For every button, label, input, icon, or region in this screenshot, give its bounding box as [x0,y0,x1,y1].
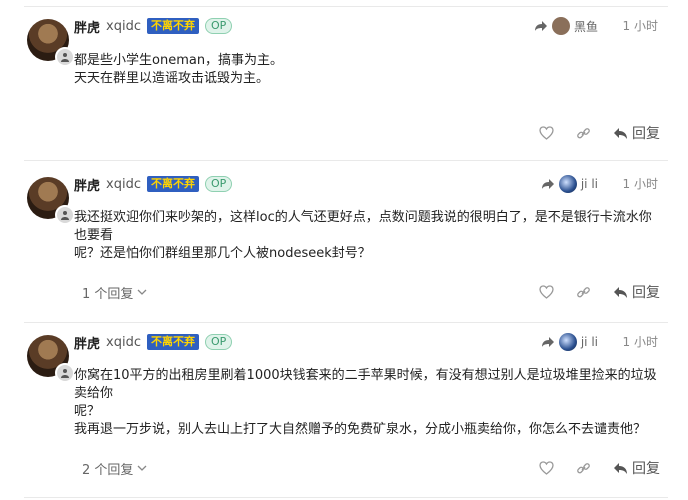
reply-button[interactable]: 回复 [613,282,660,302]
reply-label: 回复 [632,285,660,301]
author-username[interactable]: xqidc [106,19,141,34]
user-flair: 不离不弃 [146,334,199,350]
divider [24,6,668,7]
replies-count: 1 个回复 [82,287,134,302]
post-body: 你窝在10平方的出租房里刷着1000块钱套来的二手苹果时候，有没有想过别人是垃圾… [74,367,664,439]
post-body: 我还挺欢迎你们来吵架的，这样loc的人气还更好点，点数问题我说的很明白了，是不是… [74,209,664,263]
link-icon[interactable] [576,126,591,141]
user-icon [55,363,75,383]
reply-to-avatar [551,17,570,35]
heart-icon[interactable] [539,126,554,140]
divider [24,160,668,161]
reply-arrow-icon [534,21,547,31]
reply-to-link[interactable]: 黑鱼 [534,17,598,35]
reply-icon [614,462,627,474]
heart-icon[interactable] [539,285,554,299]
reply-to-name: 黑鱼 [573,19,598,34]
reply-label: 回复 [632,461,660,477]
reply-label: 回复 [632,126,660,142]
post-line: 你窝在10平方的出租房里刷着1000块钱套来的二手苹果时候，有没有想过别人是垃圾… [74,368,657,401]
post-line: 呢？还是怕你们群组里那几个人被nodeseek封号？ [74,246,371,261]
divider [24,322,668,323]
link-icon[interactable] [576,461,591,476]
chevron-down-icon [137,465,147,471]
link-icon[interactable] [576,285,591,300]
author-display-name[interactable]: 胖虎 [74,333,100,352]
user-icon [55,47,75,67]
post-actions: 回复 [539,458,660,478]
replies-toggle[interactable]: 1 个回复 [82,283,147,302]
reply-to-link[interactable]: ji li [541,333,598,351]
op-badge: OP [204,334,233,350]
post-actions: 回复 [539,282,660,302]
post-line: 都是些小学生oneman，搞事为主。 [74,53,284,68]
author-avatar[interactable] [27,177,75,225]
reply-icon [614,286,627,298]
reply-button[interactable]: 回复 [613,123,660,143]
author-username[interactable]: xqidc [106,177,141,192]
reply-arrow-icon [541,179,554,189]
post-time[interactable]: 1 小时 [623,175,658,193]
reply-to-link[interactable]: ji li [541,175,598,193]
user-icon [55,205,75,225]
post-body: 都是些小学生oneman，搞事为主。 天天在群里以造谣攻击诋毁为主。 [74,52,664,88]
post-line: 呢？ [74,404,101,419]
author-avatar[interactable] [27,19,75,67]
author-avatar[interactable] [27,335,75,383]
reply-arrow-icon [541,337,554,347]
post-time[interactable]: 1 小时 [623,17,658,35]
reply-to-avatar [558,333,577,351]
user-flair: 不离不弃 [146,18,199,34]
op-badge: OP [204,18,233,34]
chevron-down-icon [137,289,147,295]
post-time[interactable]: 1 小时 [623,333,658,351]
reply-to-name: ji li [580,177,598,191]
op-badge: OP [204,176,233,192]
reply-button[interactable]: 回复 [613,458,660,478]
divider [24,497,668,498]
user-flair: 不离不弃 [146,176,199,192]
heart-icon[interactable] [539,461,554,475]
replies-count: 2 个回复 [82,463,134,478]
replies-toggle[interactable]: 2 个回复 [82,459,147,478]
post-line: 天天在群里以造谣攻击诋毁为主。 [74,71,270,86]
reply-icon [614,127,627,139]
post-line: 我再退一万步说，别人去山上打了大自然赠予的免费矿泉水，分成小瓶卖给你，你怎么不去… [74,422,647,437]
post-line: 我还挺欢迎你们来吵架的，这样loc的人气还更好点，点数问题我说的很明白了，是不是… [74,210,652,243]
post-actions: 回复 [539,123,660,143]
reply-to-avatar [558,175,577,193]
author-display-name[interactable]: 胖虎 [74,175,100,194]
author-display-name[interactable]: 胖虎 [74,17,100,36]
author-username[interactable]: xqidc [106,335,141,350]
reply-to-name: ji li [580,335,598,349]
